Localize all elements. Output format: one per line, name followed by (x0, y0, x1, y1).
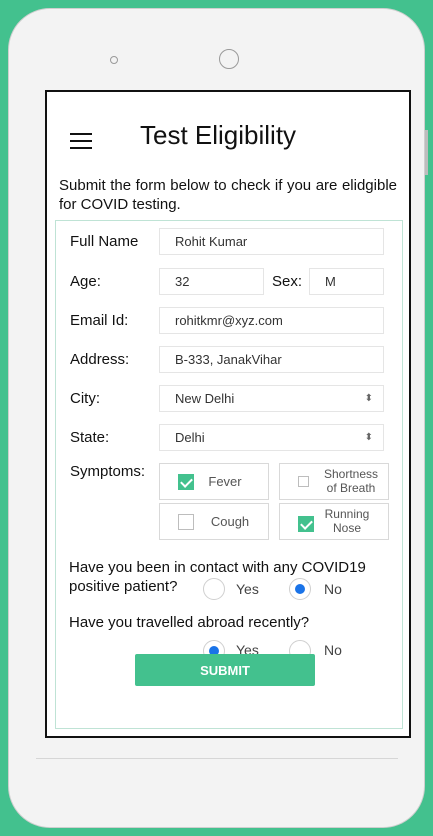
checkbox-unchecked-icon[interactable] (298, 476, 309, 487)
symptom-label: Fever (208, 474, 242, 489)
travel-no-label: No (324, 642, 342, 658)
hamburger-menu-icon[interactable] (70, 133, 92, 149)
address-input[interactable] (159, 346, 384, 373)
travel-question: Have you travelled abroad recently? (69, 614, 310, 631)
age-label: Age: (70, 273, 101, 290)
state-label: State: (70, 429, 110, 446)
phone-sensor-icon (219, 49, 239, 69)
symptom-label: Shortness of Breath (323, 467, 379, 495)
phone-camera-icon (110, 56, 118, 64)
symptom-running-nose[interactable]: Running Nose (279, 503, 389, 540)
contact-no-radio[interactable] (289, 578, 311, 600)
eligibility-form: Full Name Age: Sex: Email Id: Address: C… (55, 220, 403, 729)
sex-label: Sex: (272, 273, 303, 290)
contact-yes-radio[interactable] (203, 578, 225, 600)
submit-button[interactable]: SUBMIT (135, 654, 315, 686)
city-select[interactable]: New Delhi ⬍ (159, 385, 384, 412)
full-name-input[interactable] (159, 228, 384, 255)
symptom-label: Cough (210, 514, 250, 529)
contact-no-label: No (324, 581, 342, 597)
city-select-value: New Delhi (175, 391, 235, 406)
symptom-fever[interactable]: Fever (159, 463, 269, 500)
email-label: Email Id: (70, 312, 129, 329)
contact-question: Have you been in contact with any COVID1… (69, 559, 366, 595)
symptoms-label: Symptoms: (70, 463, 146, 480)
page-title: Test Eligibility (140, 120, 297, 150)
full-name-label: Full Name (70, 233, 139, 250)
chevron-updown-icon: ⬍ (364, 393, 373, 404)
contact-yes-label: Yes (236, 581, 259, 597)
sex-input[interactable] (309, 268, 384, 295)
chevron-updown-icon: ⬍ (364, 432, 373, 443)
symptom-shortness-of-breath[interactable]: Shortness of Breath (279, 463, 389, 500)
age-input[interactable] (159, 268, 264, 295)
intro-text: Submit the form below to check if you ar… (59, 177, 397, 213)
app-screen: Test Eligibility Submit the form below t… (45, 90, 411, 738)
email-input[interactable] (159, 307, 384, 334)
symptom-label: Running Nose (324, 507, 370, 535)
state-select[interactable]: Delhi ⬍ (159, 424, 384, 451)
address-label: Address: (70, 351, 130, 368)
state-select-value: Delhi (175, 430, 205, 445)
checkbox-checked-icon[interactable] (298, 516, 314, 532)
phone-divider (36, 758, 398, 759)
checkbox-unchecked-icon[interactable] (178, 514, 194, 530)
checkbox-checked-icon[interactable] (178, 474, 194, 490)
symptom-cough[interactable]: Cough (159, 503, 269, 540)
city-label: City: (70, 390, 100, 407)
